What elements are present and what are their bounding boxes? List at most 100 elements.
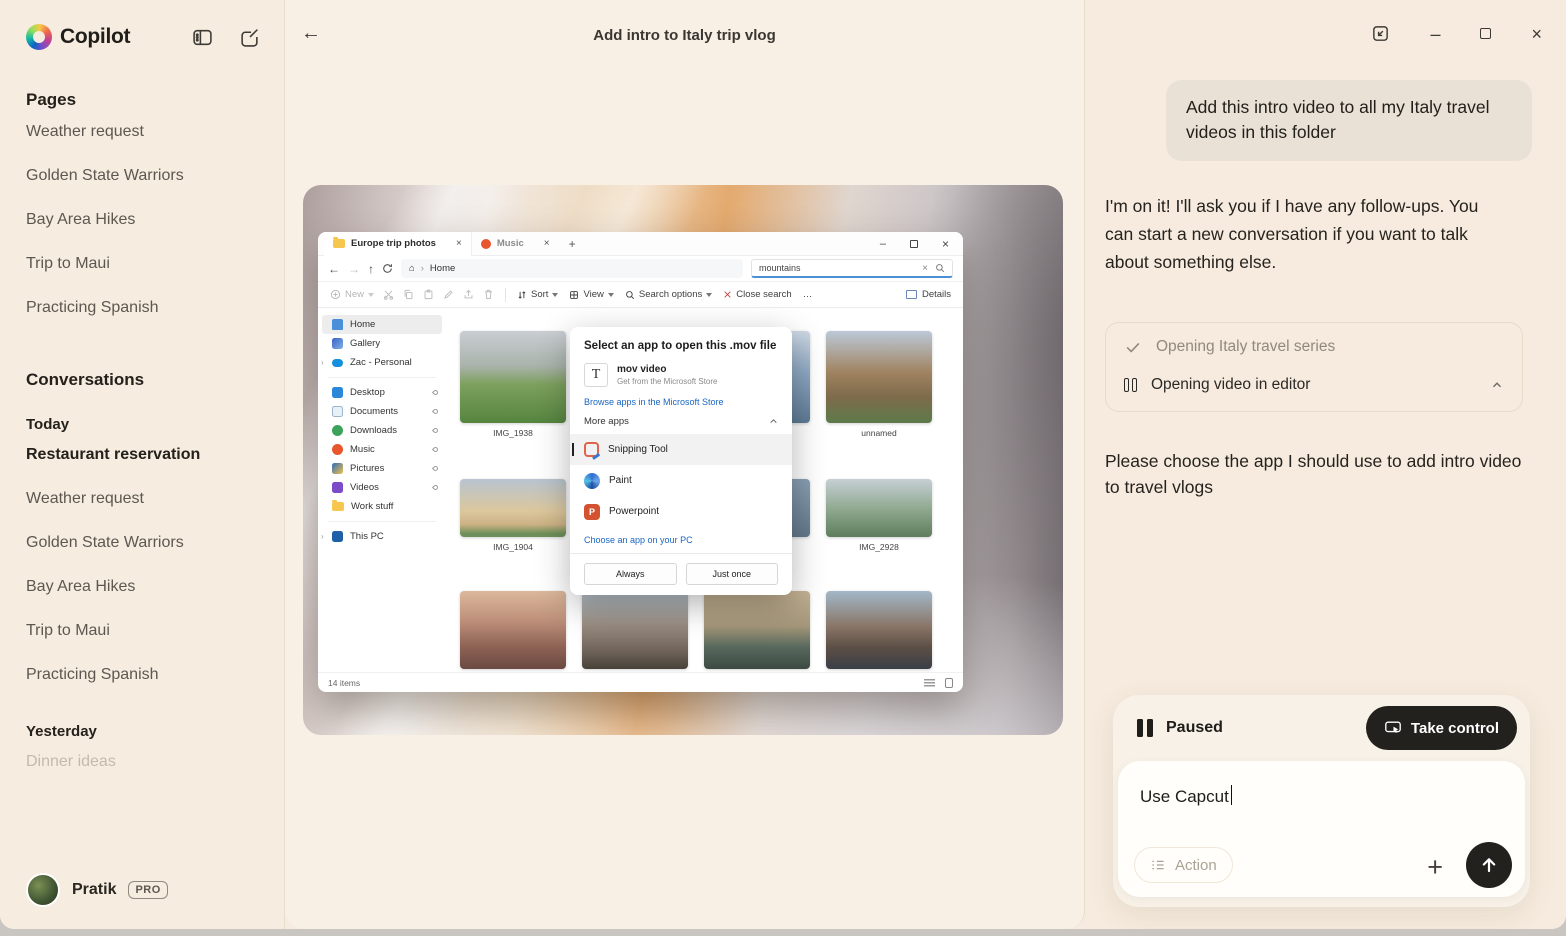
sidebar-toggle-button[interactable] (192, 27, 213, 48)
sidebar-conversation-item[interactable]: Bay Area Hikes (26, 565, 258, 609)
assistant-question: Please choose the app I should use to ad… (1105, 448, 1539, 501)
new-item-button[interactable]: New (330, 289, 374, 300)
minimize-icon[interactable]: – (1430, 25, 1440, 43)
copy-icon[interactable] (403, 289, 414, 300)
close-icon[interactable]: × (942, 237, 949, 251)
nav-up-icon[interactable]: ↑ (368, 262, 374, 276)
file-tile[interactable]: IMG_2928 (826, 479, 932, 552)
minimize-icon[interactable]: – (880, 238, 886, 250)
search-value: mountains (759, 263, 801, 273)
nav-item-onedrive[interactable]: ›Zac - Personal (318, 353, 446, 372)
take-control-button[interactable]: Take control (1366, 706, 1517, 750)
assistant-message: I'm on it! I'll ask you if I have any fo… (1105, 192, 1511, 276)
file-tile[interactable] (582, 591, 688, 669)
refresh-icon[interactable] (382, 263, 393, 274)
file-tile[interactable]: IMG_1904 (460, 479, 566, 552)
app-option-snipping-tool[interactable]: Snipping Tool (570, 434, 792, 465)
tab-close-icon[interactable]: × (456, 238, 462, 249)
maximize-icon[interactable] (1480, 28, 1491, 39)
new-chat-button[interactable] (239, 27, 260, 48)
tab-close-icon[interactable]: × (544, 238, 550, 249)
pop-in-icon[interactable] (1371, 24, 1390, 43)
list-view-icon[interactable] (924, 679, 935, 687)
nav-item-documents[interactable]: Documents (318, 402, 446, 421)
sidebar-conversation-item[interactable]: Trip to Maui (26, 609, 258, 653)
details-pane-icon (906, 290, 917, 299)
browse-store-link[interactable]: Browse apps in the Microsoft Store (584, 397, 778, 407)
app-option-powerpoint[interactable]: P Powerpoint (570, 496, 792, 527)
search-options-button[interactable]: Search options (625, 289, 712, 300)
app-option-paint[interactable]: Paint (570, 465, 792, 496)
rename-icon[interactable] (443, 289, 454, 300)
file-tile[interactable]: IMG_1938 (460, 331, 566, 438)
file-tile[interactable] (826, 591, 932, 669)
profile[interactable]: Pratik PRO (0, 855, 284, 929)
sidebar-conversation-item[interactable]: Golden State Warriors (26, 521, 258, 565)
nav-item-pictures[interactable]: Pictures (318, 459, 446, 478)
paste-icon[interactable] (423, 289, 434, 300)
gallery-icon (332, 338, 343, 349)
cut-icon[interactable] (383, 289, 394, 300)
conversations-heading: Conversations (26, 370, 258, 390)
nav-item-this-pc[interactable]: ›This PC (318, 527, 446, 546)
dialog-default-app[interactable]: T mov video Get from the Microsoft Store (584, 363, 778, 387)
file-label: unnamed (826, 428, 932, 438)
message-input[interactable]: Use Capcut Action + (1118, 761, 1525, 897)
just-once-button[interactable]: Just once (686, 563, 779, 585)
file-tile[interactable]: unnamed (826, 331, 932, 438)
sidebar-page-item[interactable]: Weather request (26, 110, 258, 154)
photo-thumbnail (826, 591, 932, 669)
sidebar-page-item[interactable]: Bay Area Hikes (26, 198, 258, 242)
agent-steps-card[interactable]: Opening Italy travel series Opening vide… (1105, 322, 1523, 412)
sidebar-page-item[interactable]: Trip to Maui (26, 242, 258, 286)
paint-icon (584, 473, 600, 489)
search-box[interactable]: mountains × (751, 259, 953, 278)
new-tab-button[interactable]: + (569, 237, 576, 251)
breadcrumb[interactable]: ⌂ › Home (401, 259, 743, 278)
choose-app-link[interactable]: Choose an app on your PC (584, 535, 778, 545)
file-tile[interactable] (460, 591, 566, 669)
attach-button[interactable]: + (1427, 854, 1443, 881)
mov-video-icon: T (584, 363, 608, 387)
sidebar-conversation-item[interactable]: Practicing Spanish (26, 653, 258, 697)
nav-item-gallery[interactable]: Gallery (318, 334, 446, 353)
nav-forward-icon[interactable]: → (348, 262, 360, 276)
pin-icon (432, 465, 439, 472)
large-view-icon[interactable] (945, 678, 953, 688)
clear-search-icon[interactable]: × (922, 263, 928, 274)
more-options-button[interactable]: … (803, 289, 814, 300)
nav-item-work-stuff[interactable]: Work stuff (318, 497, 446, 516)
nav-item-music[interactable]: Music (318, 440, 446, 459)
view-button[interactable]: View (569, 289, 613, 300)
more-apps-row[interactable]: More apps (584, 416, 778, 427)
action-button[interactable]: Action (1134, 847, 1233, 883)
close-icon[interactable]: × (1531, 25, 1542, 43)
explorer-tab-music[interactable]: Music × (472, 232, 559, 256)
app-window-controls: – × (1371, 24, 1542, 43)
maximize-icon[interactable] (910, 240, 918, 248)
close-search-button[interactable]: Close search (723, 289, 791, 300)
details-button[interactable]: Details (906, 289, 951, 300)
sidebar-conversation-item[interactable]: Dinner ideas (26, 740, 258, 784)
send-button[interactable] (1466, 842, 1512, 888)
sidebar-conversation-item[interactable]: Restaurant reservation (26, 433, 258, 477)
dialog-app-list: Snipping Tool Paint P Powerpoint (570, 434, 792, 527)
nav-item-desktop[interactable]: Desktop (318, 383, 446, 402)
file-tile[interactable] (704, 591, 810, 669)
nav-item-home[interactable]: Home (322, 315, 442, 334)
nav-item-videos[interactable]: Videos (318, 478, 446, 497)
chevron-up-icon[interactable] (1490, 378, 1504, 392)
nav-item-downloads[interactable]: Downloads (318, 421, 446, 440)
photo-thumbnail (460, 479, 566, 537)
sidebar-page-item[interactable]: Golden State Warriors (26, 154, 258, 198)
explorer-tab-europe[interactable]: Europe trip photos × (324, 232, 472, 256)
delete-icon[interactable] (483, 289, 494, 300)
copilot-logo-icon (26, 24, 52, 50)
always-button[interactable]: Always (584, 563, 677, 585)
share-icon[interactable] (463, 289, 474, 300)
sidebar-page-item[interactable]: Practicing Spanish (26, 286, 258, 330)
sidebar-conversation-item[interactable]: Weather request (26, 477, 258, 521)
explorer-address-bar: ← → ↑ ⌂ › Home mountains (318, 256, 963, 282)
nav-back-icon[interactable]: ← (328, 262, 340, 276)
sort-button[interactable]: Sort (517, 289, 558, 300)
